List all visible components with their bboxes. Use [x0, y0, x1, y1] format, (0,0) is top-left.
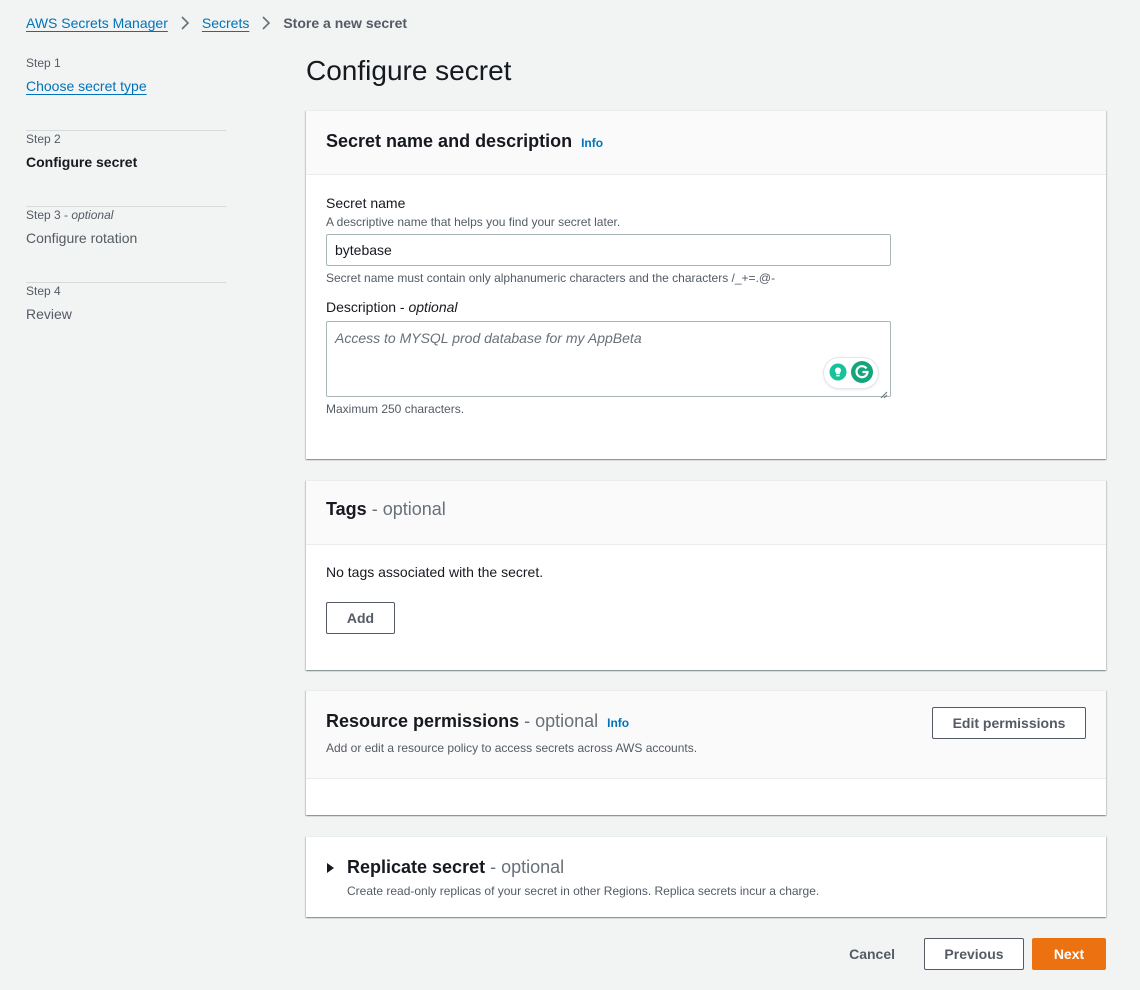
- page-title: Configure secret: [306, 55, 512, 86]
- breadcrumb-secrets-manager-link[interactable]: AWS Secrets Manager: [26, 15, 168, 31]
- step-review: Review: [26, 306, 72, 322]
- add-tag-button[interactable]: Add: [326, 602, 395, 634]
- edit-permissions-button[interactable]: Edit permissions: [932, 707, 1086, 739]
- step-optional-tag: optional: [71, 208, 114, 222]
- chevron-right-icon: [261, 16, 271, 30]
- previous-button[interactable]: Previous: [924, 938, 1024, 970]
- step-link-choose-secret-type[interactable]: Choose secret type: [26, 78, 226, 94]
- panel-body: No tags associated with the secret. Add: [306, 564, 1106, 634]
- replicate-secret-panel[interactable]: Replicate secret - optional Create read-…: [306, 836, 1106, 917]
- description-label: Description - optional: [326, 299, 458, 315]
- secret-name-input[interactable]: bytebase: [326, 234, 891, 266]
- panel-header: Resource permissions - optional Info Add…: [306, 691, 1106, 779]
- caret-right-icon[interactable]: [326, 857, 347, 898]
- description-constraint: Maximum 250 characters.: [326, 402, 465, 416]
- resize-handle-icon[interactable]: [880, 386, 888, 399]
- breadcrumb-current: Store a new secret: [283, 15, 408, 31]
- optional-tag: optional: [501, 857, 565, 877]
- permissions-description: Add or edit a resource policy to access …: [326, 741, 698, 755]
- step-label: Step 3 - optional: [26, 208, 114, 222]
- panel-title: Tags - optional: [326, 499, 446, 519]
- grammarly-icon[interactable]: [851, 360, 873, 386]
- secret-name-constraint: Secret name must contain only alphanumer…: [326, 271, 776, 285]
- wizard-step-1: Step 1 Choose secret type: [26, 56, 226, 131]
- step-label: Step 1: [26, 56, 61, 70]
- panel-title: Secret name and description Info: [326, 131, 604, 151]
- step-label: Step 2: [26, 132, 61, 146]
- wizard-steps-nav: Step 1 Choose secret type Step 2 Configu…: [26, 55, 226, 359]
- wizard-actions: Cancel Previous Next: [849, 938, 1106, 970]
- info-link[interactable]: Info: [581, 136, 603, 150]
- tags-panel: Tags - optional No tags associated with …: [306, 480, 1106, 670]
- step-configure-rotation: Configure rotation: [26, 230, 138, 246]
- resource-permissions-panel: Resource permissions - optional Info Add…: [306, 690, 1106, 815]
- step-label: Step 4: [26, 284, 61, 298]
- grammarly-widget[interactable]: [824, 358, 878, 388]
- cancel-button[interactable]: Cancel: [849, 938, 895, 970]
- secret-name-label: Secret name: [326, 195, 406, 211]
- tags-empty-text: No tags associated with the secret.: [326, 564, 544, 580]
- wizard-step-3: Step 3 - optional Configure rotation: [26, 208, 226, 283]
- panel-title[interactable]: Replicate secret - optional: [347, 857, 819, 878]
- optional-tag: optional: [535, 711, 599, 731]
- panel-header: Tags - optional: [306, 481, 1106, 545]
- secret-name-panel: Secret name and description Info Secret …: [306, 110, 1106, 459]
- optional-tag: optional: [408, 299, 458, 315]
- next-button[interactable]: Next: [1032, 938, 1106, 970]
- chevron-right-icon: [180, 16, 190, 30]
- wizard-step-4: Step 4 Review: [26, 284, 226, 359]
- description-placeholder: Access to MYSQL prod database for my App…: [335, 330, 642, 346]
- lightbulb-icon[interactable]: [829, 363, 847, 384]
- panel-body: Secret name A descriptive name that help…: [306, 195, 1106, 416]
- info-link[interactable]: Info: [607, 716, 629, 730]
- description-textarea[interactable]: Access to MYSQL prod database for my App…: [326, 321, 891, 399]
- step-current-configure-secret: Configure secret: [26, 154, 138, 170]
- secret-name-description: A descriptive name that helps you find y…: [326, 215, 621, 229]
- replicate-description: Create read-only replicas of your secret…: [347, 884, 820, 898]
- replicate-header[interactable]: Replicate secret - optional Create read-…: [306, 837, 1106, 898]
- breadcrumb-secrets-link[interactable]: Secrets: [202, 15, 249, 31]
- wizard-step-2: Step 2 Configure secret: [26, 132, 226, 207]
- breadcrumb: AWS Secrets Manager Secrets Store a new …: [26, 13, 407, 33]
- optional-tag: optional: [382, 499, 446, 519]
- panel-header: Secret name and description Info: [306, 111, 1106, 175]
